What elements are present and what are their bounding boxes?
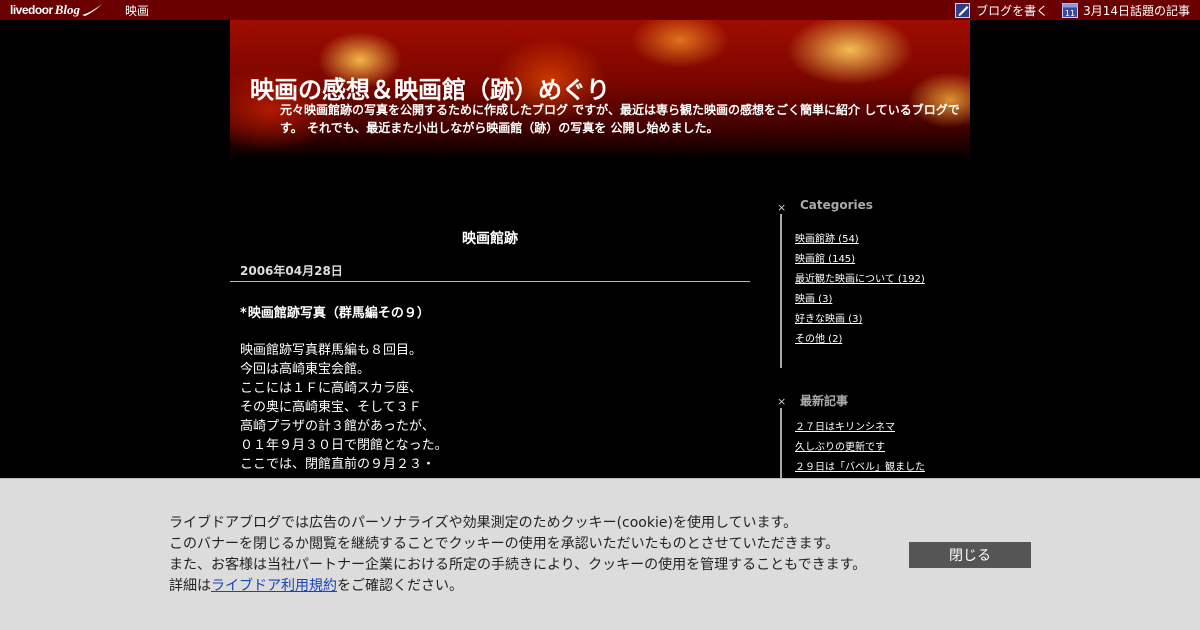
entry-body-line: ここでは、閉館直前の９月２３・ — [240, 457, 436, 472]
write-blog-link[interactable]: ブログを書く — [955, 2, 1048, 19]
terms-of-use-link[interactable]: ライブドア利用規約 — [211, 578, 337, 594]
sidebar-recent-posts: × 最新記事 ２７日はキリンシネマ 久しぶりの更新です ２９日は「バベル」観まし… — [777, 394, 970, 498]
section-mark-icon: × — [777, 395, 787, 408]
logo-blog-text: Blog — [54, 2, 80, 17]
category-link[interactable]: 好きな映画 (3) — [795, 310, 925, 330]
livedoor-blog-logo[interactable]: livedoor Blog — [10, 0, 103, 20]
recent-post-link[interactable]: ２７日はキリンシネマ — [795, 418, 925, 438]
entry-body-line: 映画館跡写真群馬編も８回目。 — [240, 343, 423, 358]
top-right-links: ブログを書く 11 3月14日話題の記事 — [955, 0, 1190, 20]
entry-title-text: 映画館跡写真（群馬編その９） — [247, 306, 430, 321]
calendar-icon: 11 — [1062, 3, 1079, 18]
recent-post-link[interactable]: ２９日は「バベル」観ました — [795, 458, 925, 478]
sidebar-categories: × Categories 映画館跡 (54) 映画館 (145) 最近観た映画に… — [777, 198, 970, 372]
cookie-line: ライブドアブログでは広告のパーソナライズや効果測定のためクッキー(cookie)… — [169, 515, 798, 531]
cookie-line: また、お客様は当社パートナー企業における所定の手続きにより、クッキーの使用を管理… — [169, 557, 867, 573]
logo-livedoor-text: livedoor — [10, 3, 53, 17]
write-blog-label: ブログを書く — [976, 3, 1049, 18]
entry-body-line: その奥に高崎東宝、そして３Ｆ — [240, 400, 422, 415]
nav-link-movie[interactable]: 映画 — [125, 2, 149, 19]
cookie-line-prefix: 詳細は — [169, 578, 211, 594]
recent-posts-list: ２７日はキリンシネマ 久しぶりの更新です ２９日は「バベル」観ました — [795, 418, 925, 478]
category-link[interactable]: 映画 (3) — [795, 290, 925, 310]
logo-swoosh-icon — [81, 4, 102, 16]
sidebar-heading-recent: 最新記事 — [800, 394, 849, 408]
date-divider — [230, 281, 750, 282]
calendar-day-text: 11 — [1065, 9, 1075, 18]
topic-articles-link[interactable]: 11 3月14日話題の記事 — [1062, 2, 1190, 19]
close-button[interactable]: 閉じる — [909, 542, 1031, 568]
category-link[interactable]: 映画館跡 (54) — [795, 230, 925, 250]
site-description: 元々映画館跡の写真を公開するために作成したブログ ですが、最近は専ら観た映画の感… — [280, 103, 960, 135]
topic-articles-label: 3月14日話題の記事 — [1083, 3, 1190, 18]
entry-body-line: ０１年９月３０日で閉館となった。 — [240, 438, 448, 453]
entry-body-line: 今回は高崎東宝会館。 — [240, 362, 371, 377]
section-mark-icon: × — [777, 201, 787, 214]
cookie-line-suffix: をご確認ください。 — [337, 578, 463, 594]
category-link[interactable]: その他 (2) — [795, 330, 925, 350]
entry-body-line: 高崎プラザの計３館があったが、 — [240, 419, 435, 434]
sidebar-heading-categories: Categories — [800, 198, 873, 212]
entry-title[interactable]: *映画館跡写真（群馬編その９） — [240, 302, 430, 321]
sidebar-vertical-rule — [780, 214, 782, 368]
site-title[interactable]: 映画の感想＆映画館（跡）めぐり — [250, 70, 610, 105]
cookie-line: 詳細はライブドア利用規約をご確認ください。 — [169, 576, 866, 597]
entry-body-line: ここには１Ｆに高崎スカラ座、 — [240, 381, 423, 396]
category-link[interactable]: 映画館 (145) — [795, 250, 925, 270]
pencil-note-icon — [955, 3, 971, 18]
category-list: 映画館跡 (54) 映画館 (145) 最近観た映画について (192) 映画 … — [795, 230, 925, 350]
cookie-message: ライブドアブログでは広告のパーソナライズや効果測定のためクッキー(cookie)… — [169, 513, 866, 597]
entry-body: 映画館跡写真群馬編も８回目。 今回は高崎東宝会館。 ここには１Ｆに高崎スカラ座、… — [240, 341, 448, 474]
entry-title-star: * — [240, 306, 247, 321]
recent-post-link[interactable]: 久しぶりの更新です — [795, 438, 925, 458]
top-bar: livedoor Blog 映画 ブログを書く 11 3月14日話題の記事 — [0, 0, 1200, 20]
cookie-line: このバナーを閉じるか閲覧を継続することでクッキーの使用を承認いただいたものとさせ… — [169, 536, 840, 552]
category-title: 映画館跡 — [462, 231, 518, 247]
entry-date: 2006年04月28日 — [240, 264, 343, 278]
blog-header-banner: 映画の感想＆映画館（跡）めぐり 元々映画館跡の写真を公開するために作成したブログ… — [230, 20, 970, 160]
cookie-consent-banner: ライブドアブログでは広告のパーソナライズや効果測定のためクッキー(cookie)… — [0, 478, 1200, 630]
category-link[interactable]: 最近観た映画について (192) — [795, 270, 925, 290]
